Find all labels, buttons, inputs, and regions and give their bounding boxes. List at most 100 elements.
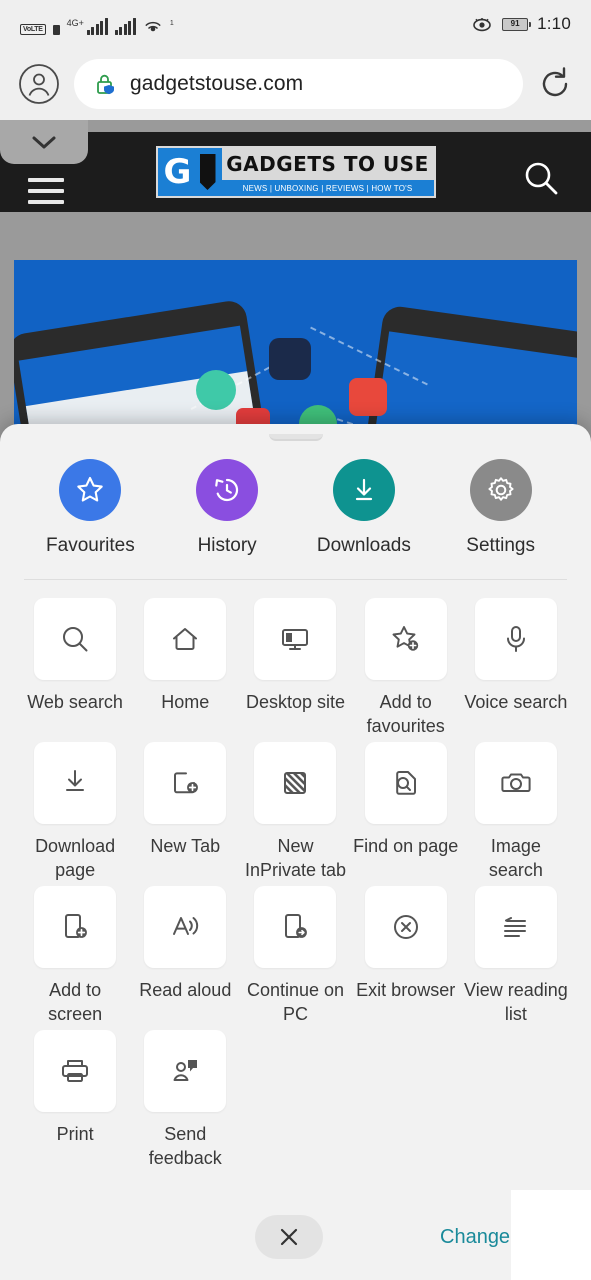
- menu-item-label: New InPrivate tab: [244, 836, 347, 880]
- quick-action-favourites[interactable]: Favourites: [35, 459, 145, 557]
- star-plus-icon: [364, 598, 447, 680]
- logo-tagline: NEWS | UNBOXING | REVIEWS | HOW TO'S: [221, 180, 434, 196]
- change-menu-link[interactable]: Change r: [440, 1226, 522, 1249]
- menu-item-new-inprivate-tab[interactable]: New InPrivate tab: [240, 742, 350, 886]
- wifi-icon: [143, 17, 163, 35]
- home-icon: [144, 598, 227, 680]
- profile-icon[interactable]: [18, 63, 60, 105]
- address-bar-text[interactable]: gadgetstouse.com: [130, 72, 303, 96]
- menu-item-view-reading-list[interactable]: View reading list: [461, 886, 571, 1030]
- menu-item-send-feedback[interactable]: Send feedback: [130, 1030, 240, 1174]
- menu-item-voice-search[interactable]: Voice search: [461, 598, 571, 742]
- menu-item-label: Web search: [27, 692, 123, 712]
- gear-icon: [469, 459, 532, 521]
- menu-item-exit-browser[interactable]: Exit browser: [351, 886, 461, 1030]
- network-type-label: 4G+: [66, 18, 84, 28]
- quick-action-downloads[interactable]: Downloads: [309, 459, 419, 557]
- menu-item-read-aloud[interactable]: Read aloud: [130, 886, 240, 1030]
- read-aloud-icon: [144, 886, 227, 968]
- quick-actions-row: Favourites History Downloads Settings: [0, 441, 591, 557]
- app-icon-music: [269, 338, 311, 380]
- eye-comfort-icon: [471, 16, 493, 32]
- logo-mark-icon: [157, 148, 222, 196]
- new-tab-icon: [144, 742, 227, 824]
- add-to-screen-icon: [34, 886, 117, 968]
- signal-bars-icon-1: [86, 18, 108, 35]
- menu-item-label: New Tab: [150, 836, 221, 856]
- status-bar-right: 91 1:10: [471, 14, 571, 34]
- download-icon: [332, 459, 395, 521]
- battery-icon: 91: [502, 17, 532, 31]
- browser-menu-sheet: Favourites History Downloads Settings We…: [0, 424, 591, 1280]
- menu-item-desktop-site[interactable]: Desktop site: [240, 598, 350, 742]
- star-icon: [59, 459, 122, 521]
- hamburger-menu-icon[interactable]: [28, 178, 64, 211]
- camera-icon: [474, 742, 557, 824]
- site-header: GADGETS TO USE NEWS | UNBOXING | REVIEWS…: [0, 132, 591, 212]
- reload-icon[interactable]: [537, 66, 573, 102]
- menu-item-label: Home: [161, 692, 210, 712]
- menu-item-label: Add to favourites: [366, 692, 445, 736]
- close-icon: [278, 1226, 300, 1248]
- exit-circle-icon: [364, 886, 447, 968]
- menu-item-find-on-page[interactable]: Find on page: [351, 742, 461, 886]
- menu-item-label: Read aloud: [139, 980, 232, 1000]
- quick-action-label: Downloads: [316, 535, 411, 556]
- menu-grid-spacer: [461, 1030, 571, 1174]
- secure-lock-icon[interactable]: [94, 71, 118, 97]
- quick-action-label: Settings: [466, 535, 535, 556]
- site-logo[interactable]: GADGETS TO USE NEWS | UNBOXING | REVIEWS…: [155, 146, 436, 198]
- menu-grid: Web search Home Desktop site Add to favo…: [0, 580, 591, 1174]
- menu-item-label: View reading list: [464, 980, 568, 1024]
- logo-title: GADGETS TO USE: [221, 148, 434, 180]
- history-icon: [196, 459, 259, 521]
- chevron-down-icon: [29, 133, 59, 151]
- quick-action-settings[interactable]: Settings: [446, 459, 556, 557]
- inprivate-icon: [254, 742, 337, 824]
- quick-action-label: Favourites: [46, 535, 135, 556]
- search-icon[interactable]: [521, 158, 561, 198]
- feedback-icon: [144, 1030, 227, 1112]
- sim-indicator-icon: [52, 25, 60, 35]
- menu-item-label: Find on page: [353, 836, 459, 856]
- menu-grid-spacer: [240, 1030, 350, 1174]
- signal-bars-icon-2: [114, 18, 136, 35]
- wifi-superscript: 1: [169, 20, 174, 27]
- battery-level-label: 91: [510, 19, 520, 28]
- menu-item-label: Download page: [35, 836, 116, 880]
- browser-toolbar: gadgetstouse.com: [0, 48, 591, 120]
- find-on-page-icon: [364, 742, 447, 824]
- desktop-monitor-icon: [254, 598, 337, 680]
- microphone-icon: [474, 598, 557, 680]
- close-menu-button[interactable]: [255, 1215, 323, 1259]
- menu-item-label: Send feedback: [148, 1124, 222, 1168]
- menu-item-home[interactable]: Home: [130, 598, 240, 742]
- menu-item-image-search[interactable]: Image search: [461, 742, 571, 886]
- logo-text: GADGETS TO USE NEWS | UNBOXING | REVIEWS…: [221, 148, 434, 196]
- menu-item-add-to-screen[interactable]: Add to screen: [20, 886, 130, 1030]
- menu-item-label: Continue on PC: [246, 980, 345, 1024]
- sheet-drag-handle[interactable]: [268, 434, 323, 441]
- address-bar[interactable]: gadgetstouse.com: [74, 59, 523, 109]
- search-icon: [34, 598, 117, 680]
- menu-item-label: Add to screen: [48, 980, 103, 1024]
- menu-item-web-search[interactable]: Web search: [20, 598, 130, 742]
- menu-item-continue-on-pc[interactable]: Continue on PC: [240, 886, 350, 1030]
- volte-icon: VoLTE: [20, 24, 46, 35]
- menu-item-download-page[interactable]: Download page: [20, 742, 130, 886]
- menu-item-add-to-favourites[interactable]: Add to favourites: [351, 598, 461, 742]
- menu-item-label: Print: [56, 1124, 94, 1144]
- reading-list-icon: [474, 886, 557, 968]
- menu-item-new-tab[interactable]: New Tab: [130, 742, 240, 886]
- download-icon: [34, 742, 117, 824]
- status-bar: VoLTE 4G+ 1 91 1:10: [0, 0, 591, 48]
- quick-action-history[interactable]: History: [172, 459, 282, 557]
- clock-label: 1:10: [537, 14, 571, 33]
- status-bar-left: VoLTE 4G+ 1: [20, 13, 174, 35]
- menu-item-label: Desktop site: [245, 692, 346, 712]
- collapse-toolbar-tab[interactable]: [0, 120, 88, 164]
- app-icon-contacts: [349, 378, 387, 416]
- quick-action-label: History: [197, 535, 257, 556]
- menu-item-label: Exit browser: [356, 980, 456, 1000]
- menu-item-print[interactable]: Print: [20, 1030, 130, 1174]
